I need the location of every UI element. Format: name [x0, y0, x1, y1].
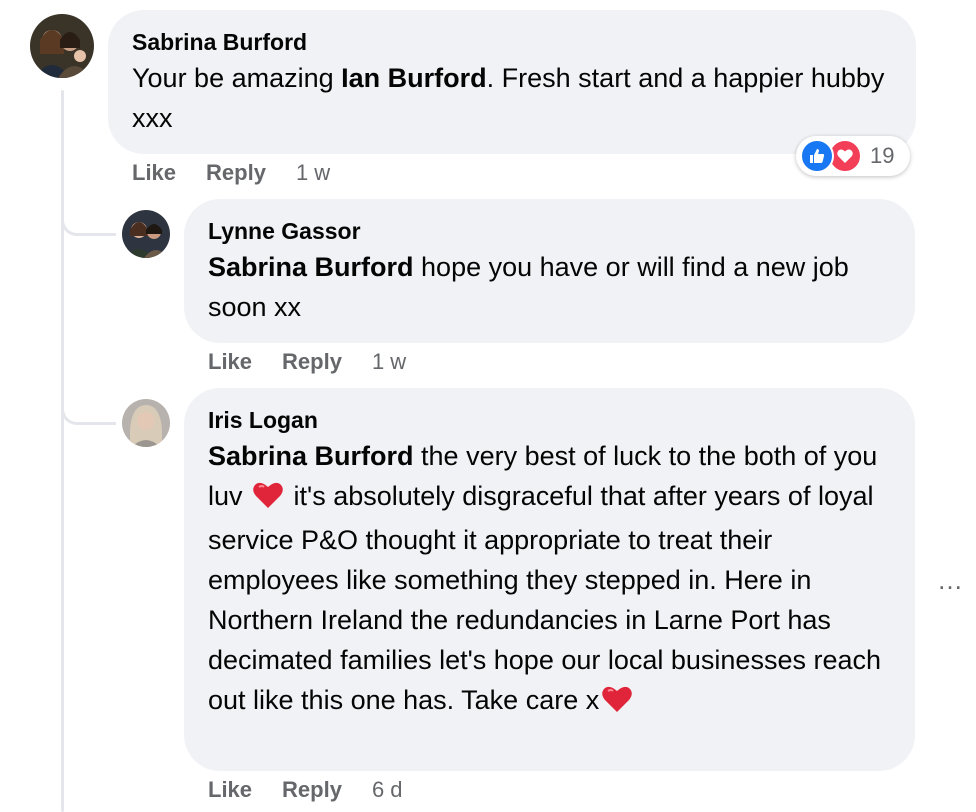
like-button[interactable]: Like — [208, 777, 252, 802]
comment-text: Your be amazing Ian Burford. Fresh start… — [132, 58, 892, 138]
comment-actions: Like Reply 1 w — [132, 160, 360, 186]
timestamp[interactable]: 1 w — [372, 349, 406, 374]
reply-button[interactable]: Reply — [282, 349, 342, 374]
comment-text-part: it's absolutely disgraceful that after y… — [208, 481, 882, 715]
comment-author[interactable]: Iris Logan — [208, 404, 891, 436]
comment-actions: Like Reply 1 w — [208, 349, 436, 375]
avatar[interactable] — [122, 399, 170, 447]
heart-emoji-icon — [252, 480, 284, 520]
comment-actions: Like Reply 6 d — [208, 777, 433, 803]
timestamp[interactable]: 6 d — [372, 777, 403, 802]
reply-button[interactable]: Reply — [206, 160, 266, 185]
mention-link[interactable]: Sabrina Burford — [208, 252, 414, 282]
comment-bubble: Lynne Gassor Sabrina Burford hope you ha… — [184, 199, 915, 343]
like-button[interactable]: Like — [208, 349, 252, 374]
comment-bubble: Iris Logan Sabrina Burford the very best… — [184, 388, 915, 771]
comment-author[interactable]: Sabrina Burford — [132, 26, 892, 58]
like-icon — [800, 139, 834, 173]
more-options-icon[interactable]: … — [937, 567, 964, 593]
reactions-summary[interactable]: 19 — [796, 136, 910, 176]
reaction-count: 19 — [870, 143, 895, 168]
reply-button[interactable]: Reply — [282, 777, 342, 802]
comment-bubble: Sabrina Burford Your be amazing Ian Burf… — [108, 10, 916, 154]
comment-text: Sabrina Burford hope you have or will fi… — [208, 247, 891, 327]
heart-emoji-icon — [601, 684, 633, 724]
timestamp[interactable]: 1 w — [296, 160, 330, 185]
thread-line — [61, 90, 64, 812]
avatar[interactable] — [122, 210, 170, 258]
reply-connector — [61, 213, 116, 236]
comment-text: Sabrina Burford the very best of luck to… — [208, 436, 891, 724]
comment-author[interactable]: Lynne Gassor — [208, 215, 891, 247]
comment-text-part: Your be amazing — [132, 63, 342, 93]
mention-link[interactable]: Ian Burford — [341, 63, 487, 93]
like-button[interactable]: Like — [132, 160, 176, 185]
avatar[interactable] — [30, 14, 94, 78]
mention-link[interactable]: Sabrina Burford — [208, 441, 414, 471]
reply-connector — [61, 402, 116, 425]
